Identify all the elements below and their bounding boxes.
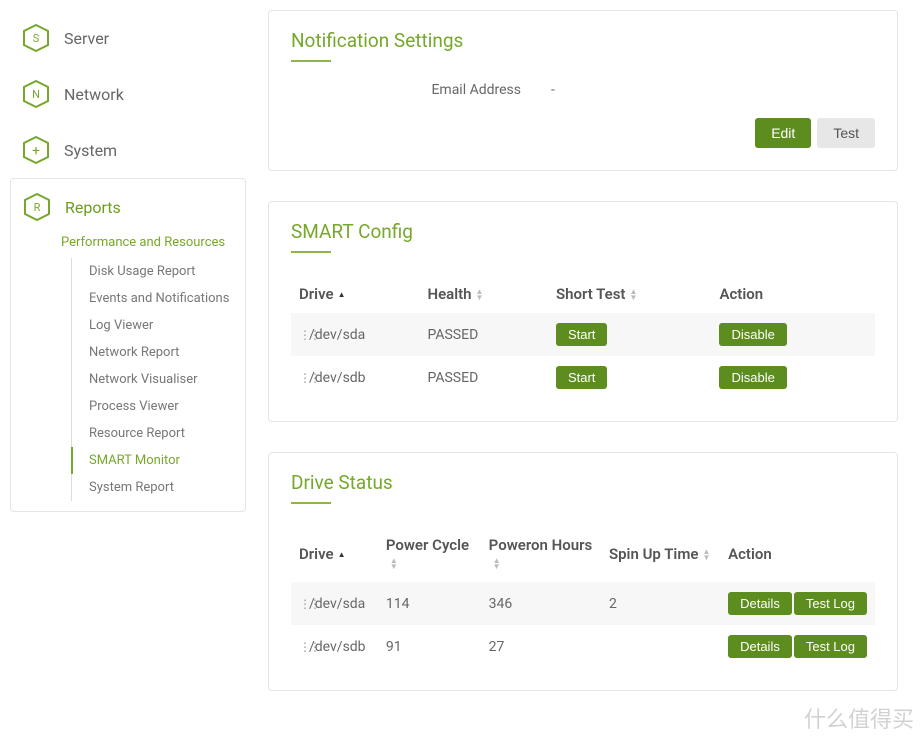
sidebar-item-system[interactable]: + System <box>10 122 246 178</box>
sort-icon: ▲ <box>338 292 346 298</box>
network-icon: N <box>20 78 52 110</box>
drive-status-panel: Drive Status Drive▲ Power Cycle▲▼ Powero… <box>268 452 898 691</box>
subnav-log-viewer[interactable]: Log Viewer <box>71 312 245 339</box>
subnav-resource-report[interactable]: Resource Report <box>71 420 245 447</box>
sidebar-item-network[interactable]: N Network <box>10 66 246 122</box>
drag-handle-icon[interactable]: ⋮⋮ <box>299 640 305 654</box>
sort-icon: ▲▼ <box>476 289 484 301</box>
table-row: ⋮⋮ /dev/sda PASSED Start Disable <box>291 313 875 356</box>
table-row: ⋮⋮ /dev/sda 114 346 2 DetailsTest Log <box>291 582 875 625</box>
sidebar-item-label: System <box>64 141 117 160</box>
power-cycle-value: 91 <box>378 625 481 668</box>
col-power-cycle[interactable]: Power Cycle▲▼ <box>378 526 481 582</box>
panel-title: SMART Config <box>291 220 875 251</box>
subnav-smart-monitor[interactable]: SMART Monitor <box>71 447 245 474</box>
drag-handle-icon[interactable]: ⋮⋮ <box>299 597 305 611</box>
drive-name: /dev/sdb <box>309 639 366 655</box>
subnav-network-visualiser[interactable]: Network Visualiser <box>71 366 245 393</box>
subnav-network-report[interactable]: Network Report <box>71 339 245 366</box>
test-button[interactable]: Test <box>817 118 875 148</box>
sort-icon: ▲▼ <box>629 289 637 301</box>
health-value: PASSED <box>419 313 547 356</box>
details-button[interactable]: Details <box>728 635 792 658</box>
sidebar-item-label: Reports <box>65 198 121 217</box>
sidebar-item-server[interactable]: S Server <box>10 10 246 66</box>
reports-icon: R <box>21 191 53 223</box>
col-action: Action <box>711 275 875 313</box>
testlog-button[interactable]: Test Log <box>794 635 867 658</box>
smart-config-table: Drive▲ Health▲▼ Short Test▲▼ Action ⋮⋮ /d… <box>291 275 875 399</box>
drive-name: /dev/sda <box>309 327 365 343</box>
spin-up-value: 2 <box>601 582 720 625</box>
sidebar-item-label: Network <box>64 85 124 104</box>
sort-icon: ▲▼ <box>493 558 501 570</box>
svg-text:+: + <box>32 143 40 159</box>
drive-name: /dev/sda <box>309 596 365 612</box>
system-icon: + <box>20 134 52 166</box>
subnav-events[interactable]: Events and Notifications <box>71 285 245 312</box>
testlog-button[interactable]: Test Log <box>794 592 867 615</box>
sidebar: S Server N Network + System R Reports Pe… <box>0 0 246 740</box>
sidebar-item-label: Server <box>64 29 109 48</box>
disable-button[interactable]: Disable <box>719 366 786 389</box>
svg-text:S: S <box>33 32 40 45</box>
svg-text:N: N <box>32 88 40 101</box>
col-spin-up[interactable]: Spin Up Time▲▼ <box>601 526 720 582</box>
col-short-test[interactable]: Short Test▲▼ <box>548 275 712 313</box>
notification-settings-panel: Notification Settings Email Address - Ed… <box>268 10 898 171</box>
drive-status-table: Drive▲ Power Cycle▲▼ Poweron Hours▲▼ Spi… <box>291 526 875 668</box>
subnav-disk-usage[interactable]: Disk Usage Report <box>71 258 245 285</box>
col-drive[interactable]: Drive▲ <box>291 275 419 313</box>
details-button[interactable]: Details <box>728 592 792 615</box>
panel-title: Drive Status <box>291 471 875 502</box>
start-button[interactable]: Start <box>556 366 607 389</box>
start-button[interactable]: Start <box>556 323 607 346</box>
poweron-hours-value: 27 <box>481 625 601 668</box>
reports-submenu: Performance and Resources Disk Usage Rep… <box>10 235 246 512</box>
email-label: Email Address <box>291 82 551 98</box>
drag-handle-icon[interactable]: ⋮⋮ <box>299 328 305 342</box>
drive-name: /dev/sdb <box>309 370 366 386</box>
panel-title: Notification Settings <box>291 29 875 60</box>
subnav-process-viewer[interactable]: Process Viewer <box>71 393 245 420</box>
health-value: PASSED <box>419 356 547 399</box>
svg-text:R: R <box>34 201 41 214</box>
col-drive[interactable]: Drive▲ <box>291 526 378 582</box>
sidebar-item-reports[interactable]: R Reports <box>10 178 246 235</box>
subnav-system-report[interactable]: System Report <box>71 474 245 501</box>
server-icon: S <box>20 22 52 54</box>
table-row: ⋮⋮ /dev/sdb 91 27 DetailsTest Log <box>291 625 875 668</box>
disable-button[interactable]: Disable <box>719 323 786 346</box>
power-cycle-value: 114 <box>378 582 481 625</box>
poweron-hours-value: 346 <box>481 582 601 625</box>
col-health[interactable]: Health▲▼ <box>419 275 547 313</box>
sort-icon: ▲ <box>338 552 346 558</box>
spin-up-value <box>601 625 720 668</box>
main-content: Notification Settings Email Address - Ed… <box>246 0 920 740</box>
subgroup-label: Performance and Resources <box>11 235 245 258</box>
table-row: ⋮⋮ /dev/sdb PASSED Start Disable <box>291 356 875 399</box>
smart-config-panel: SMART Config Drive▲ Health▲▼ Short Test▲… <box>268 201 898 422</box>
email-value: - <box>551 82 555 98</box>
col-action: Action <box>720 526 875 582</box>
edit-button[interactable]: Edit <box>755 118 811 148</box>
col-poweron-hours[interactable]: Poweron Hours▲▼ <box>481 526 601 582</box>
sort-icon: ▲▼ <box>702 549 710 561</box>
sort-icon: ▲▼ <box>390 558 398 570</box>
drag-handle-icon[interactable]: ⋮⋮ <box>299 371 305 385</box>
